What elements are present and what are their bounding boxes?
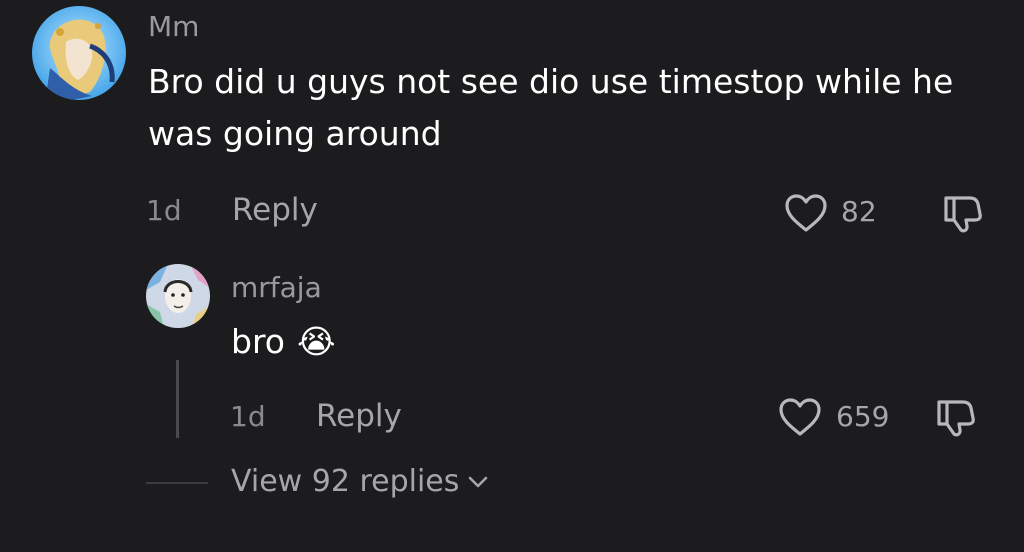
reply-timestamp: 1d xyxy=(230,400,266,433)
comment-timestamp: 1d xyxy=(146,194,182,227)
thumbs-down-icon[interactable] xyxy=(933,396,977,438)
comment-thread: Mm Bro did u guys not see dio use timest… xyxy=(0,0,1024,552)
heart-icon[interactable] xyxy=(784,193,828,233)
loudly-crying-emoji: 😭 xyxy=(296,322,336,361)
thread-connector xyxy=(176,360,179,438)
like-count: 82 xyxy=(841,195,877,228)
heart-icon[interactable] xyxy=(778,397,822,437)
replier-username[interactable]: mrfaja xyxy=(231,274,322,302)
reply-like-count: 659 xyxy=(836,400,890,433)
comment-text: Bro did u guys not see dio use timestop … xyxy=(148,62,954,153)
replies-divider xyxy=(146,482,208,484)
replier-avatar[interactable] xyxy=(146,264,210,328)
chevron-down-icon xyxy=(469,476,488,488)
thumbs-down-icon[interactable] xyxy=(940,192,984,234)
reply-button[interactable]: Reply xyxy=(232,195,318,226)
reply-text: bro xyxy=(231,322,285,361)
commenter-avatar[interactable] xyxy=(32,6,126,100)
view-replies-button[interactable]: View 92 replies xyxy=(231,467,489,497)
reply-text-row: bro 😭 xyxy=(231,316,531,368)
commenter-username[interactable]: Mm xyxy=(148,13,199,41)
reply-reply-button[interactable]: Reply xyxy=(316,401,402,432)
view-replies-label: View 92 replies xyxy=(231,464,460,499)
